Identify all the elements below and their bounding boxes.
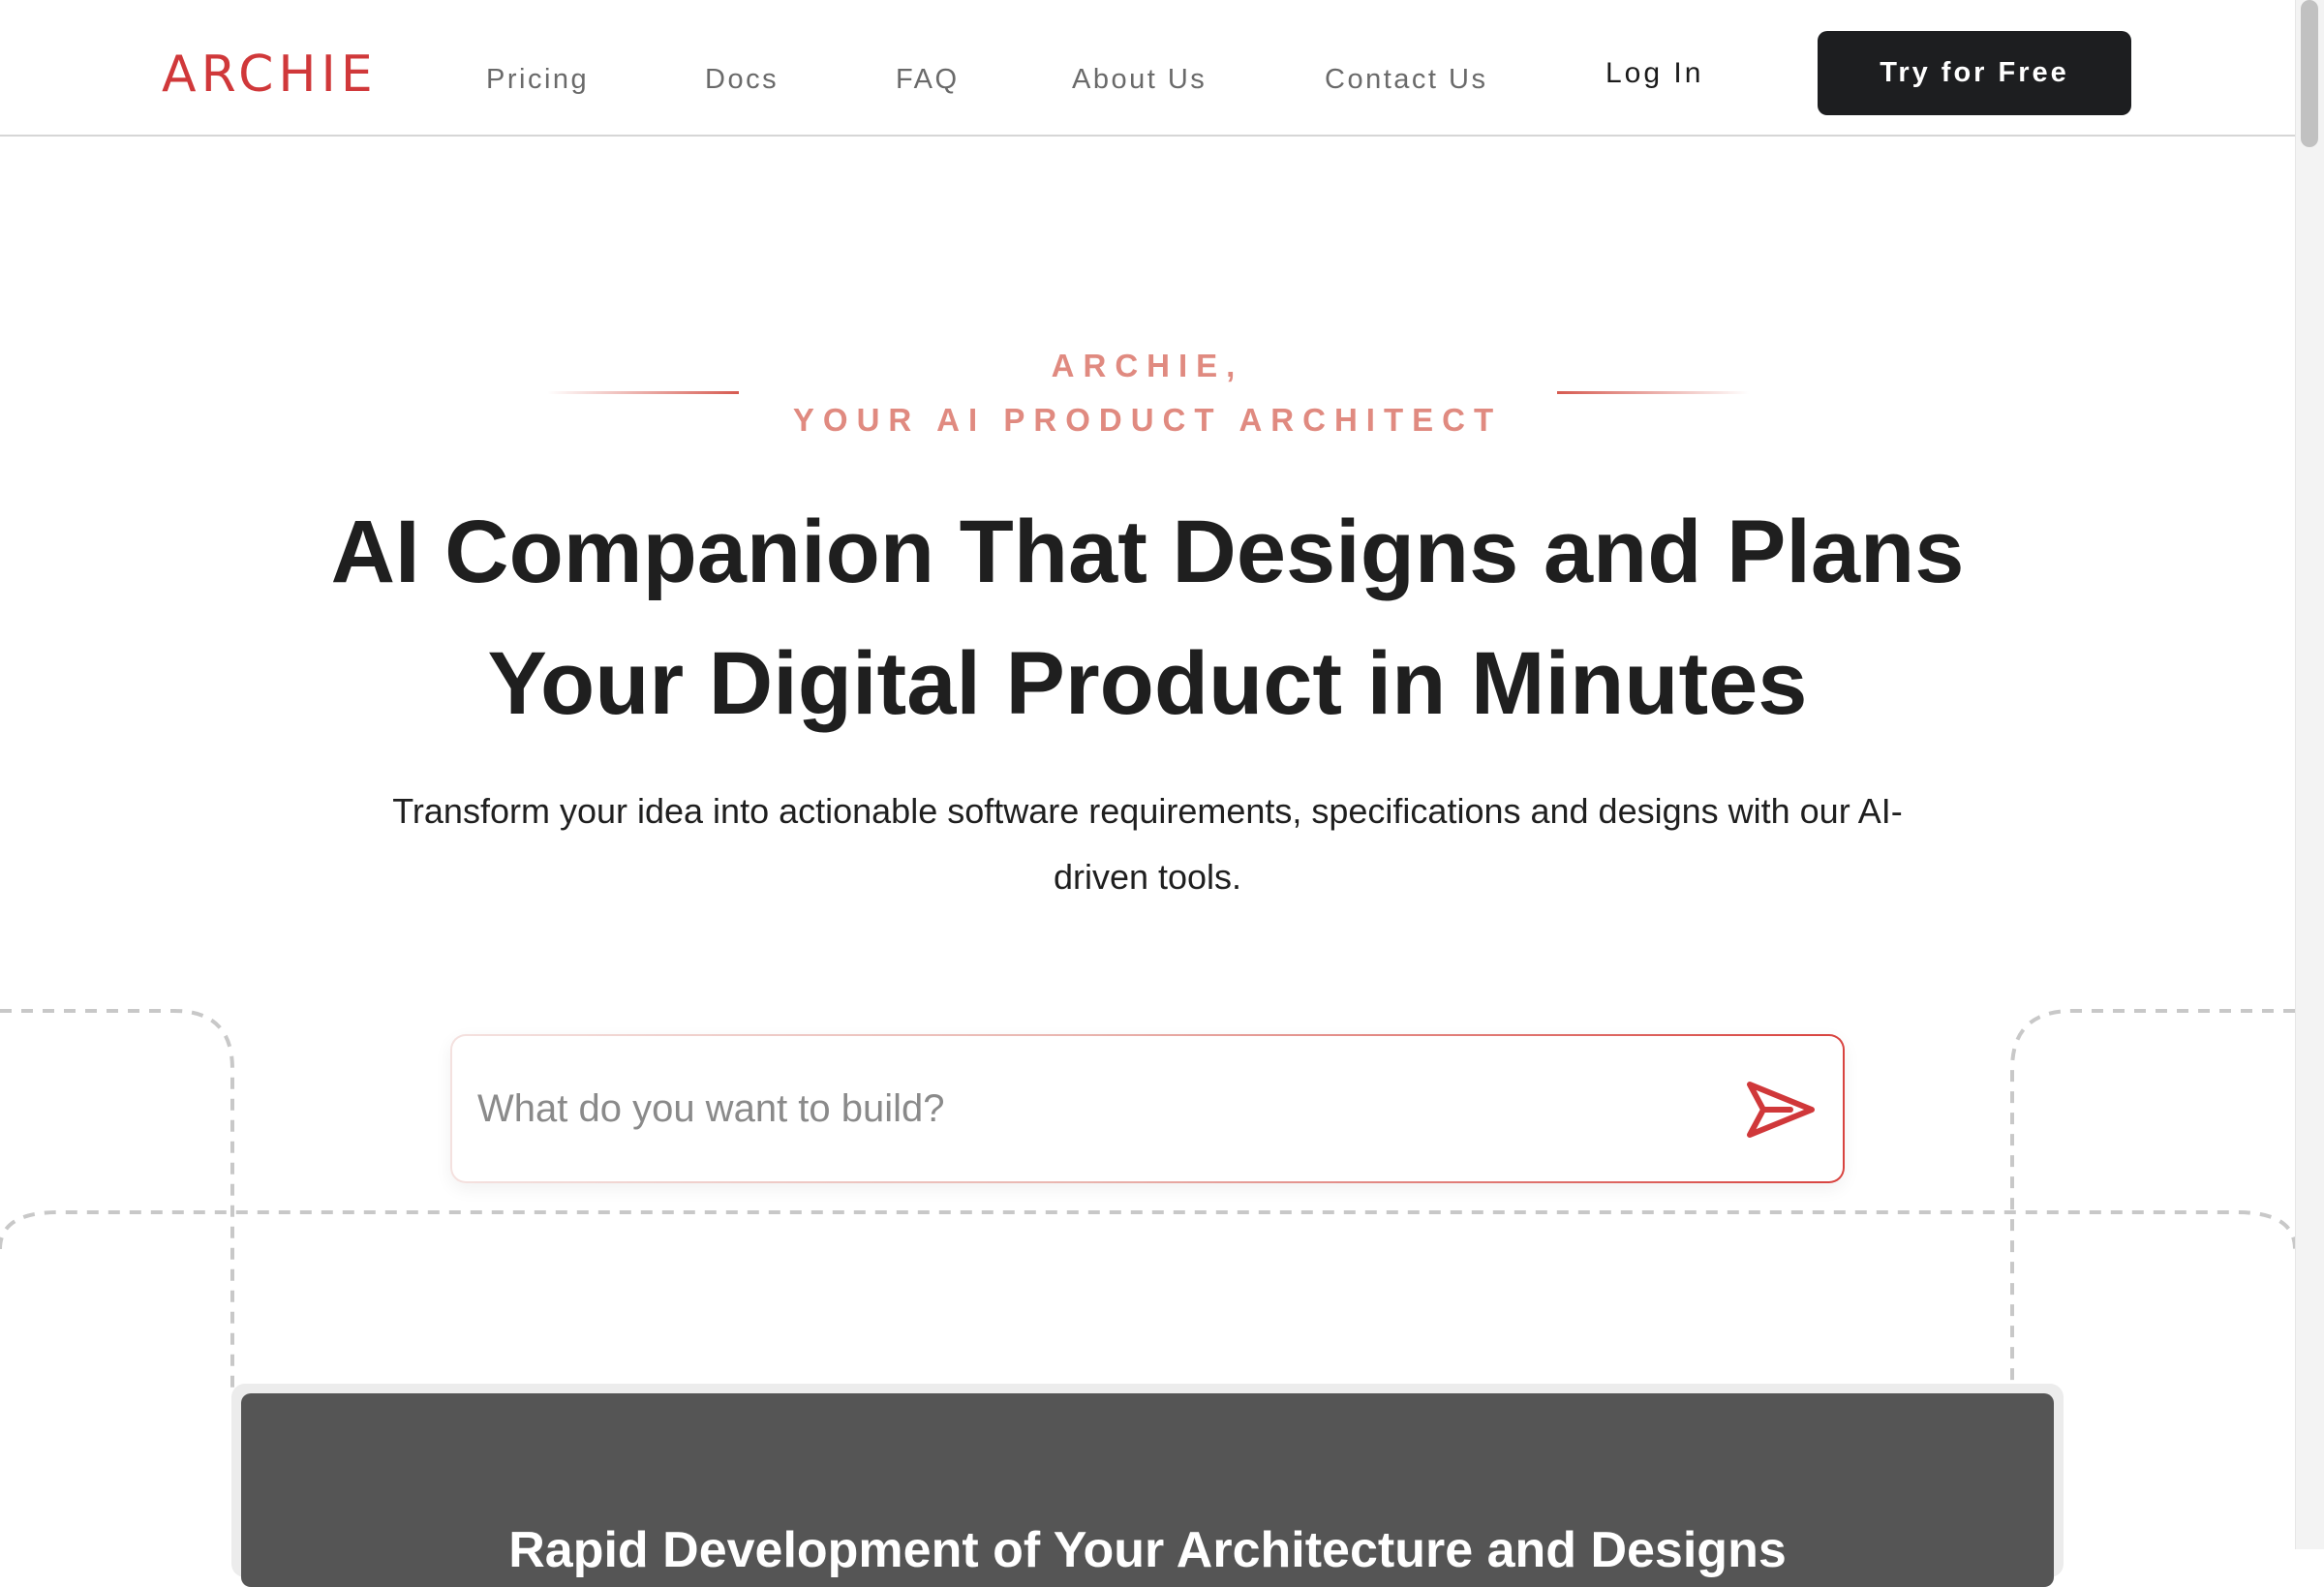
preview-title: Rapid Development of Your Architecture a… [508, 1522, 1787, 1578]
scrollbar-track[interactable] [2295, 0, 2324, 1549]
prompt-inner [452, 1036, 1843, 1181]
try-for-free-button[interactable]: Try for Free [1818, 31, 2131, 115]
send-arrow-icon [1747, 1082, 1815, 1138]
eyebrow-line-1: ARCHIE, [1051, 348, 1244, 383]
hero-title-line-1: AI Companion That Designs and Plans [330, 503, 1965, 601]
site-header: ARCHIE Pricing Docs FAQ About Us Contact… [0, 0, 2295, 137]
eyebrow-line-2: YOUR AI PRODUCT ARCHITECT [792, 402, 1503, 438]
preview-panel: Rapid Development of Your Architecture a… [241, 1393, 2054, 1587]
nav-contact-us[interactable]: Contact Us [1325, 60, 1487, 99]
nav-faq[interactable]: FAQ [896, 60, 960, 99]
archie-logo[interactable]: ARCHIE [162, 46, 378, 104]
build-prompt-input[interactable] [475, 1065, 1676, 1152]
send-button[interactable] [1746, 1077, 1816, 1143]
scrollbar-thumb[interactable] [2301, 0, 2318, 147]
eyebrow-divider-left [547, 391, 739, 394]
hero-subtitle-line-1: Transform your idea into actionable soft… [392, 791, 1903, 831]
login-link[interactable]: Log In [1605, 54, 1703, 93]
eyebrow-divider-right [1557, 391, 1749, 394]
nav-about-us[interactable]: About Us [1072, 60, 1207, 99]
nav-docs[interactable]: Docs [705, 60, 779, 99]
prompt-box [450, 1034, 1845, 1183]
hero-subtitle-line-2: driven tools. [1053, 857, 1242, 897]
hero-title-line-2: Your Digital Product in Minutes [487, 634, 1808, 733]
nav-pricing[interactable]: Pricing [486, 60, 589, 99]
